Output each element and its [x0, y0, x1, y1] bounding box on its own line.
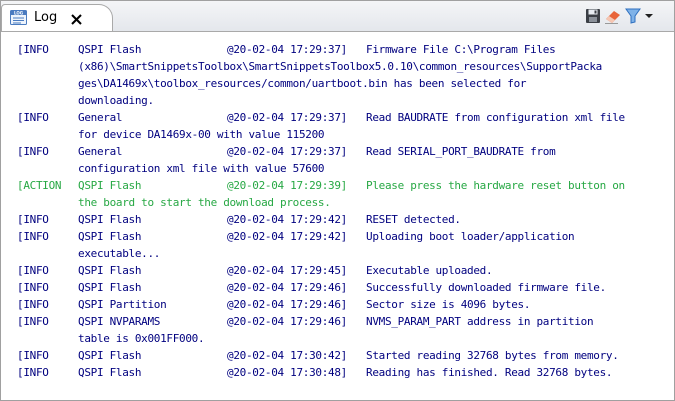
log-message: Uploading boot loader/application	[366, 230, 575, 243]
log-level: [INFO	[17, 111, 49, 124]
log-message-continuation: the board to start the download process.	[78, 196, 331, 209]
log-level: [INFO	[17, 145, 49, 158]
log-entry-line: [INFO QSPI Flash @20-02-04 17:29:45] Execut…	[17, 262, 625, 279]
eraser-icon[interactable]	[604, 7, 622, 25]
log-icon: LOG	[10, 10, 27, 25]
log-message: Read SERIAL_PORT_BAUDRATE from	[366, 145, 556, 158]
log-entry: [INFO QSPI Partition @20-02-04 17:29:46] Se…	[17, 296, 625, 313]
log-message-continuation: configuration xml file with value 57600	[78, 162, 325, 175]
log-source: QSPI Partition	[78, 298, 167, 311]
log-entry-line: [INFO General @20-02-04 17:29:37] Read SERI…	[17, 143, 625, 160]
log-message-continuation: executable...	[78, 247, 161, 260]
log-timestamp: @20-02-04 17:29:46]	[227, 298, 347, 311]
log-entry-line: [INFO QSPI NVPARAMS @20-02-04 17:29:46] NVM…	[17, 313, 625, 330]
log-level: [INFO	[17, 264, 49, 277]
log-message: Started reading 32768 bytes from memory.	[366, 349, 619, 362]
log-entry: [INFO QSPI Flash @20-02-04 17:29:37] Firmwa…	[17, 41, 625, 109]
log-source: QSPI Flash	[78, 43, 142, 56]
log-source: QSPI Flash	[78, 179, 142, 192]
log-entry: [INFO QSPI NVPARAMS @20-02-04 17:29:46] NVM…	[17, 313, 625, 347]
log-timestamp: @20-02-04 17:29:46]	[227, 315, 347, 328]
log-entry: [INFO QSPI Flash @20-02-04 17:29:42] Upload…	[17, 228, 625, 262]
log-timestamp: @20-02-04 17:29:37]	[227, 111, 347, 124]
log-entry-line: [INFO QSPI Flash @20-02-04 17:29:46] Succes…	[17, 279, 625, 296]
log-level: [INFO	[17, 315, 49, 328]
log-content[interactable]: [INFO QSPI Flash @20-02-04 17:29:37] Firmwa…	[2, 32, 674, 400]
log-message-continuation: table is 0x001FF000.	[78, 332, 205, 345]
log-timestamp: @20-02-04 17:30:42]	[227, 349, 347, 362]
log-entry-line: [INFO QSPI Partition @20-02-04 17:29:46] Se…	[17, 296, 625, 313]
log-source: QSPI NVPARAMS	[78, 315, 161, 328]
log-level: [INFO	[17, 298, 49, 311]
tab-label: Log	[34, 10, 58, 25]
view-menu-icon[interactable]	[644, 7, 654, 25]
log-level: [INFO	[17, 43, 49, 56]
log-entry: [ACTION QSPI Flash @20-02-04 17:29:39] Plea…	[17, 177, 625, 211]
log-entry-line: [INFO QSPI Flash @20-02-04 17:30:48] Readin…	[17, 364, 625, 381]
log-timestamp: @20-02-04 17:29:46]	[227, 281, 347, 294]
log-list: [INFO QSPI Flash @20-02-04 17:29:37] Firmwa…	[17, 41, 625, 381]
log-entry-line: [INFO QSPI Flash @20-02-04 17:29:42] Upload…	[17, 228, 625, 245]
log-entry-line: [INFO QSPI Flash @20-02-04 17:30:42] Starte…	[17, 347, 625, 364]
filter-icon[interactable]	[624, 7, 642, 25]
log-entry: [INFO QSPI Flash @20-02-04 17:29:46] Succes…	[17, 279, 625, 296]
log-message-continuation: (x86)\SmartSnippetsToolbox\SmartSnippets…	[78, 60, 602, 73]
log-level: [INFO	[17, 281, 49, 294]
log-timestamp: @20-02-04 17:29:42]	[227, 213, 347, 226]
log-entry: [INFO QSPI Flash @20-02-04 17:29:45] Execut…	[17, 262, 625, 279]
log-level: [INFO	[17, 213, 49, 226]
log-timestamp: @20-02-04 17:30:48]	[227, 366, 347, 379]
log-source: QSPI Flash	[78, 281, 142, 294]
log-source: QSPI Flash	[78, 366, 142, 379]
log-entry-line: [ACTION QSPI Flash @20-02-04 17:29:39] Plea…	[17, 177, 625, 194]
view-toolbar	[584, 6, 654, 26]
log-entry-line: [INFO QSPI Flash @20-02-04 17:29:42] RESET …	[17, 211, 625, 228]
close-icon[interactable]	[70, 11, 83, 25]
log-source: QSPI Flash	[78, 349, 142, 362]
log-entry: [INFO QSPI Flash @20-02-04 17:30:48] Readin…	[17, 364, 625, 381]
log-message-continuation: downloading.	[78, 94, 154, 107]
log-timestamp: @20-02-04 17:29:45]	[227, 264, 347, 277]
save-icon[interactable]	[584, 7, 602, 25]
log-entry: [INFO General @20-02-04 17:29:37] Read BAUD…	[17, 109, 625, 143]
log-timestamp: @20-02-04 17:29:37]	[227, 145, 347, 158]
log-message: Reading has finished. Read 32768 bytes.	[366, 366, 613, 379]
log-message: NVMS_PARAM_PART address in partition	[366, 315, 594, 328]
log-message: Successfully downloaded firmware file.	[366, 281, 606, 294]
log-entry-line: [INFO General @20-02-04 17:29:37] Read BAUD…	[17, 109, 625, 126]
log-level: [INFO	[17, 230, 49, 243]
tab-log[interactable]: LOG Log	[1, 4, 113, 31]
log-source: QSPI Flash	[78, 213, 142, 226]
log-message: Please press the hardware reset button o…	[366, 179, 625, 192]
svg-text:LOG: LOG	[14, 11, 23, 16]
log-level: [ACTION	[17, 179, 62, 192]
log-message-continuation: ges\DA1469x\toolbox_resources/common/uar…	[78, 77, 527, 90]
log-message: Sector size is 4096 bytes.	[366, 298, 531, 311]
log-view-panel: LOG Log [INFO QSPI Flash @20-02-04 17:29…	[0, 0, 675, 401]
log-source: General	[78, 111, 123, 124]
log-timestamp: @20-02-04 17:29:39]	[227, 179, 347, 192]
log-source: QSPI Flash	[78, 264, 142, 277]
log-source: General	[78, 145, 123, 158]
log-entry: [INFO General @20-02-04 17:29:37] Read SERI…	[17, 143, 625, 177]
log-entry-line: [INFO QSPI Flash @20-02-04 17:29:37] Firmwa…	[17, 41, 625, 58]
log-entry: [INFO QSPI Flash @20-02-04 17:30:42] Starte…	[17, 347, 625, 364]
log-message-continuation: for device DA1469x-00 with value 115200	[78, 128, 325, 141]
tab-bar: LOG Log	[1, 1, 674, 32]
log-message: RESET detected.	[366, 213, 461, 226]
log-source: QSPI Flash	[78, 230, 142, 243]
log-level: [INFO	[17, 349, 49, 362]
log-timestamp: @20-02-04 17:29:37]	[227, 43, 347, 56]
log-entry: [INFO QSPI Flash @20-02-04 17:29:42] RESET …	[17, 211, 625, 228]
log-level: [INFO	[17, 366, 49, 379]
log-timestamp: @20-02-04 17:29:42]	[227, 230, 347, 243]
log-message: Firmware File C:\Program Files	[366, 43, 556, 56]
log-message: Read BAUDRATE from configuration xml fil…	[366, 111, 625, 124]
log-message: Executable uploaded.	[366, 264, 493, 277]
